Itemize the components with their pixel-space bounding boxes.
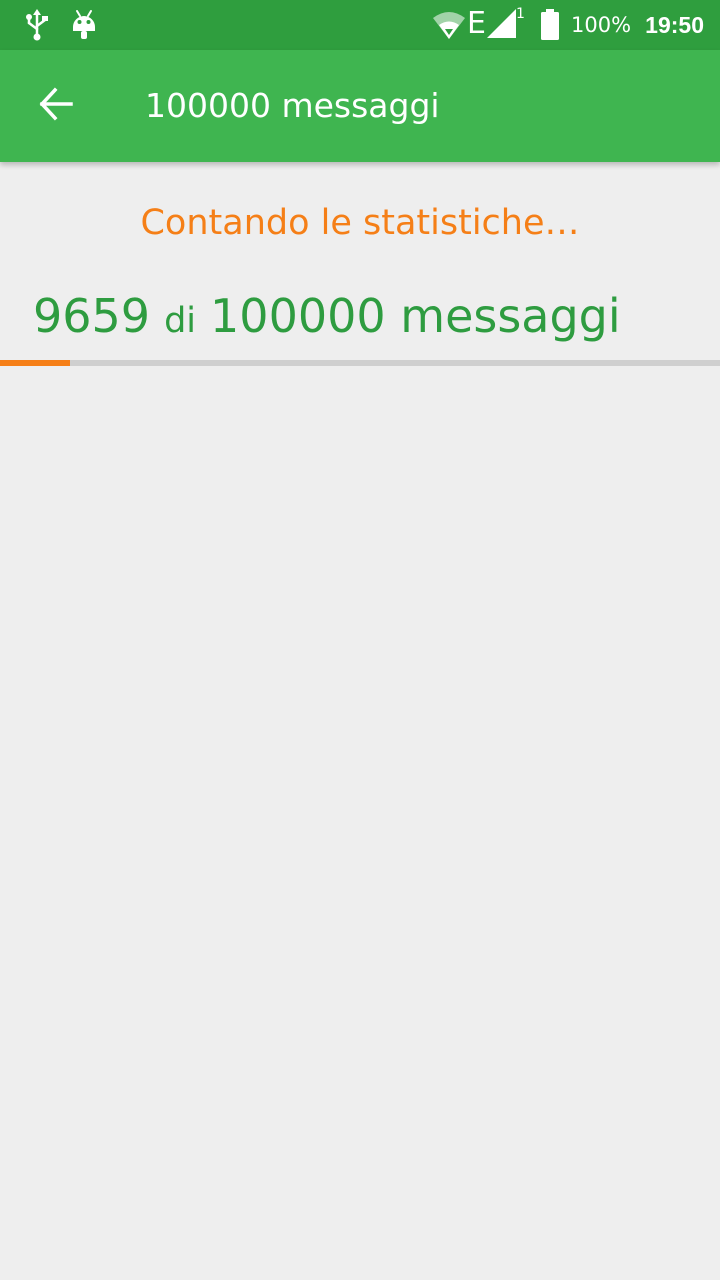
counting-status-text: Contando le statistiche… xyxy=(140,203,580,243)
battery-icon xyxy=(540,9,560,45)
app-bar: 100000 messaggi xyxy=(0,50,720,162)
progress-bar xyxy=(0,360,720,366)
status-bar: E 1 100% 19:50 xyxy=(0,0,720,50)
network-type-indicator: E xyxy=(467,6,486,41)
page-title: 100000 messaggi xyxy=(145,86,440,125)
wifi-icon xyxy=(432,10,466,44)
total-count: 100000 messaggi xyxy=(210,289,621,343)
sim-number: 1 xyxy=(516,6,525,22)
progress-bar-fill xyxy=(0,360,70,366)
back-button[interactable] xyxy=(20,70,92,142)
usb-icon xyxy=(24,9,50,45)
battery-percent: 100% xyxy=(571,13,632,37)
progress-count: 9659 di 100000 messaggi xyxy=(33,286,621,351)
count-separator: di xyxy=(164,301,197,341)
signal-icon xyxy=(487,9,517,43)
arrow-back-icon xyxy=(38,86,74,126)
current-count: 9659 xyxy=(33,289,151,343)
clock: 19:50 xyxy=(645,12,704,38)
android-icon xyxy=(70,9,98,45)
